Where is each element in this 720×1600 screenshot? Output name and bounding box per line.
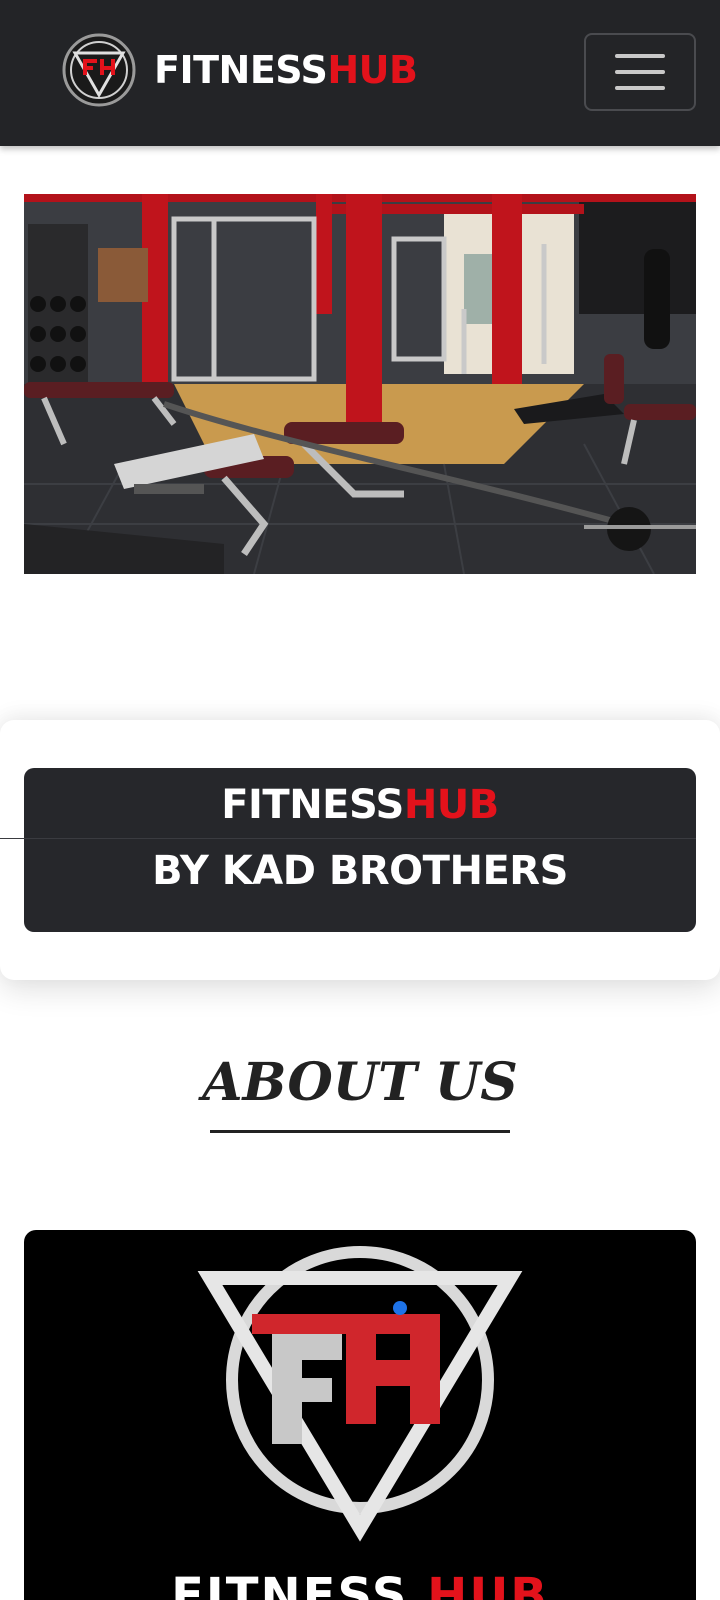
gym-interior-photo (24, 194, 696, 574)
menu-toggle-button[interactable] (584, 33, 696, 111)
brand-name-white: FITNESS (154, 48, 328, 92)
banner-title-white: FITNESS (221, 782, 404, 828)
logo-word-red: HUB (427, 1568, 549, 1600)
banner-title: FITNESSHUB (24, 782, 696, 828)
about-us-heading: ABOUT US (202, 1052, 518, 1113)
hamburger-menu-icon (615, 54, 665, 58)
fh-large-logo-icon (197, 1246, 523, 1542)
brand-link[interactable]: FITNESSHUB (62, 32, 418, 108)
fh-logo-icon (62, 33, 136, 107)
hero-card: FITNESSHUB BY KAD BROTHERS (0, 720, 720, 980)
gym-photo-graphic (24, 194, 696, 574)
banner-divider (0, 838, 696, 839)
brand-name: FITNESSHUB (154, 48, 418, 92)
fitness-hub-logo-image: FITNESS HUB (24, 1230, 696, 1600)
logo-word-white: FITNESS (171, 1568, 409, 1600)
brand-name-red: HUB (327, 48, 418, 92)
logo-wordmark: FITNESS HUB (24, 1568, 696, 1600)
about-us-underline (210, 1130, 510, 1133)
navbar: FITNESSHUB (0, 0, 720, 146)
banner-title-red: HUB (403, 782, 499, 828)
banner-subtitle: BY KAD BROTHERS (152, 848, 568, 894)
brand-banner: FITNESSHUB BY KAD BROTHERS (0, 768, 696, 932)
